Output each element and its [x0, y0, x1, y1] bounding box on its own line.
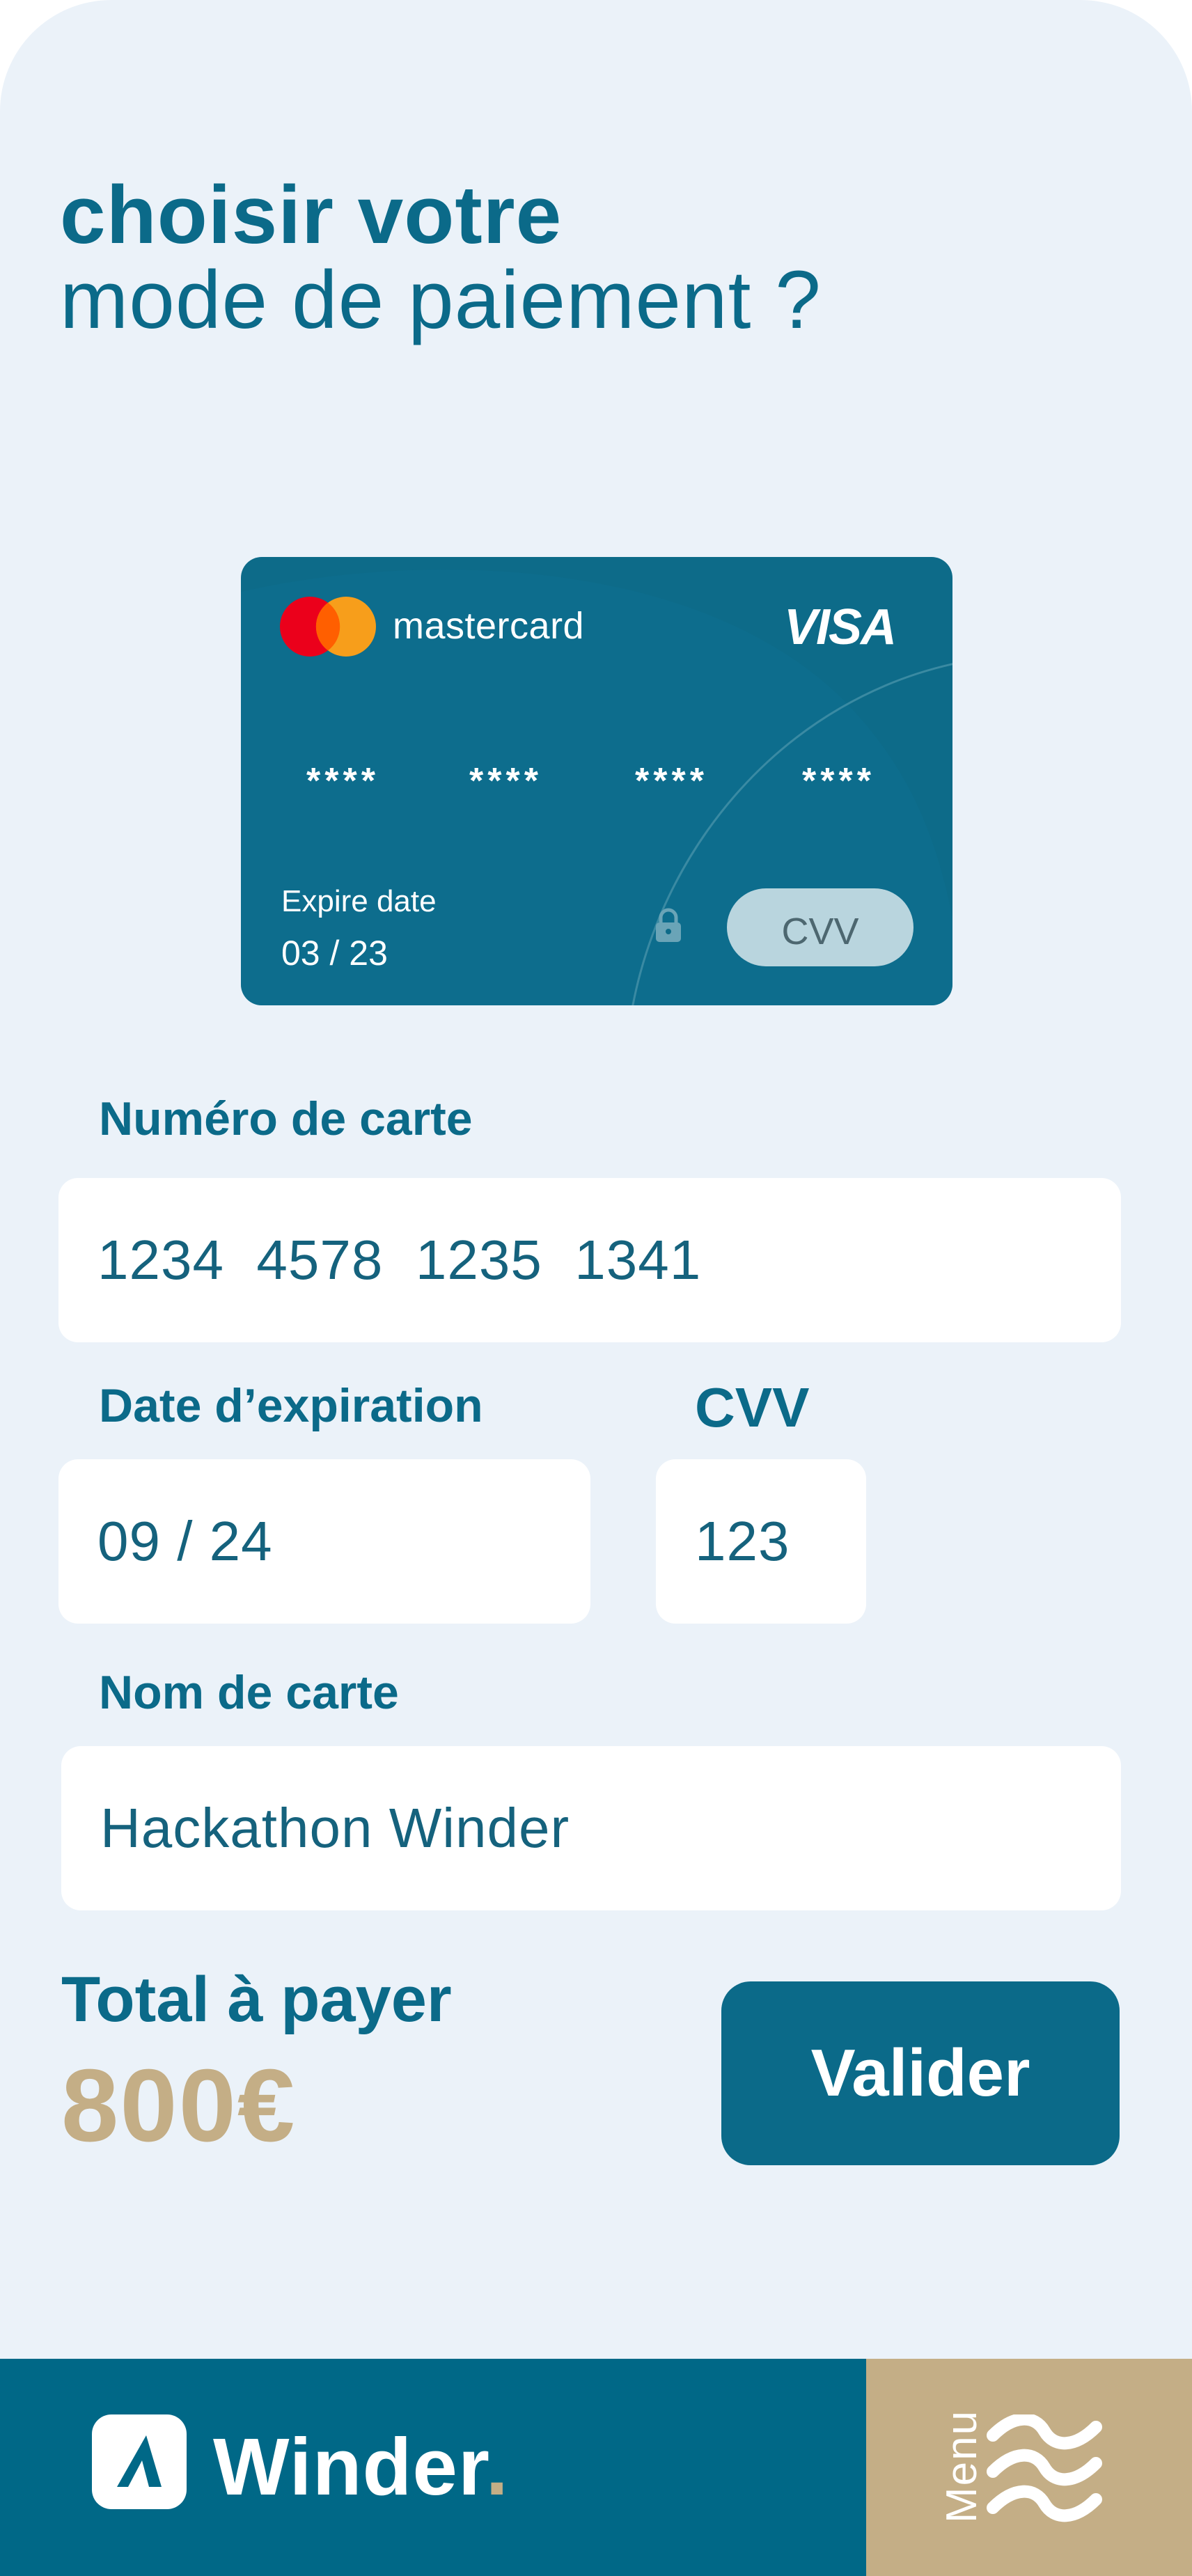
- payment-screen: choisir votre mode de paiement ? masterc…: [0, 0, 1192, 2576]
- menu-label[interactable]: Menu: [937, 2410, 987, 2523]
- cvv-value: 123: [695, 1510, 790, 1572]
- brand-word: Winder: [213, 2421, 486, 2512]
- winder-logo-icon[interactable]: [92, 2414, 187, 2509]
- card-number-value: 1234 4578 1235 1341: [97, 1229, 702, 1291]
- card-digits-group: ****: [469, 761, 542, 801]
- card-number-label: Numéro de carte: [99, 1092, 473, 1145]
- expiration-value: 09 / 24: [97, 1510, 273, 1572]
- validate-button[interactable]: Valider: [721, 1981, 1120, 2165]
- page-title: choisir votre mode de paiement ?: [60, 174, 822, 341]
- card-expire-value: 03 / 23: [281, 934, 388, 973]
- card-name-label: Nom de carte: [99, 1666, 399, 1719]
- page-title-line1: choisir votre: [60, 169, 563, 261]
- card-name-input[interactable]: Hackathon Winder: [61, 1746, 1121, 1910]
- visa-logo: VISA: [783, 599, 897, 655]
- cvv-label: CVV: [695, 1376, 810, 1438]
- card-digits-group: ****: [635, 761, 708, 801]
- cvv-input[interactable]: 123: [656, 1459, 866, 1624]
- page-title-line2: mode de paiement ?: [60, 254, 822, 346]
- card-digits-group: ****: [306, 761, 379, 801]
- total-amount: 800€: [61, 2048, 297, 2163]
- card-name-value: Hackathon Winder: [100, 1797, 570, 1859]
- mastercard-logo-icon: [280, 597, 376, 657]
- card-brand-name: mastercard: [393, 605, 585, 647]
- expiration-label: Date d’expiration: [99, 1379, 483, 1432]
- total-label: Total à payer: [61, 1964, 452, 2035]
- expiration-input[interactable]: 09 / 24: [58, 1459, 590, 1624]
- card-expire-label: Expire date: [281, 884, 437, 918]
- lock-icon: [656, 908, 681, 942]
- winder-logo-glyph: [117, 2435, 162, 2487]
- waves-menu-icon[interactable]: [986, 2414, 1103, 2524]
- brand-name[interactable]: Winder.: [213, 2420, 509, 2513]
- card-number-input[interactable]: 1234 4578 1235 1341: [58, 1178, 1121, 1342]
- card-cvv-pill: CVV: [727, 888, 913, 966]
- card-digits-group: ****: [802, 761, 875, 801]
- credit-card-preview: mastercard VISA **** **** **** **** Expi…: [241, 557, 952, 1005]
- brand-dot: .: [485, 2421, 509, 2512]
